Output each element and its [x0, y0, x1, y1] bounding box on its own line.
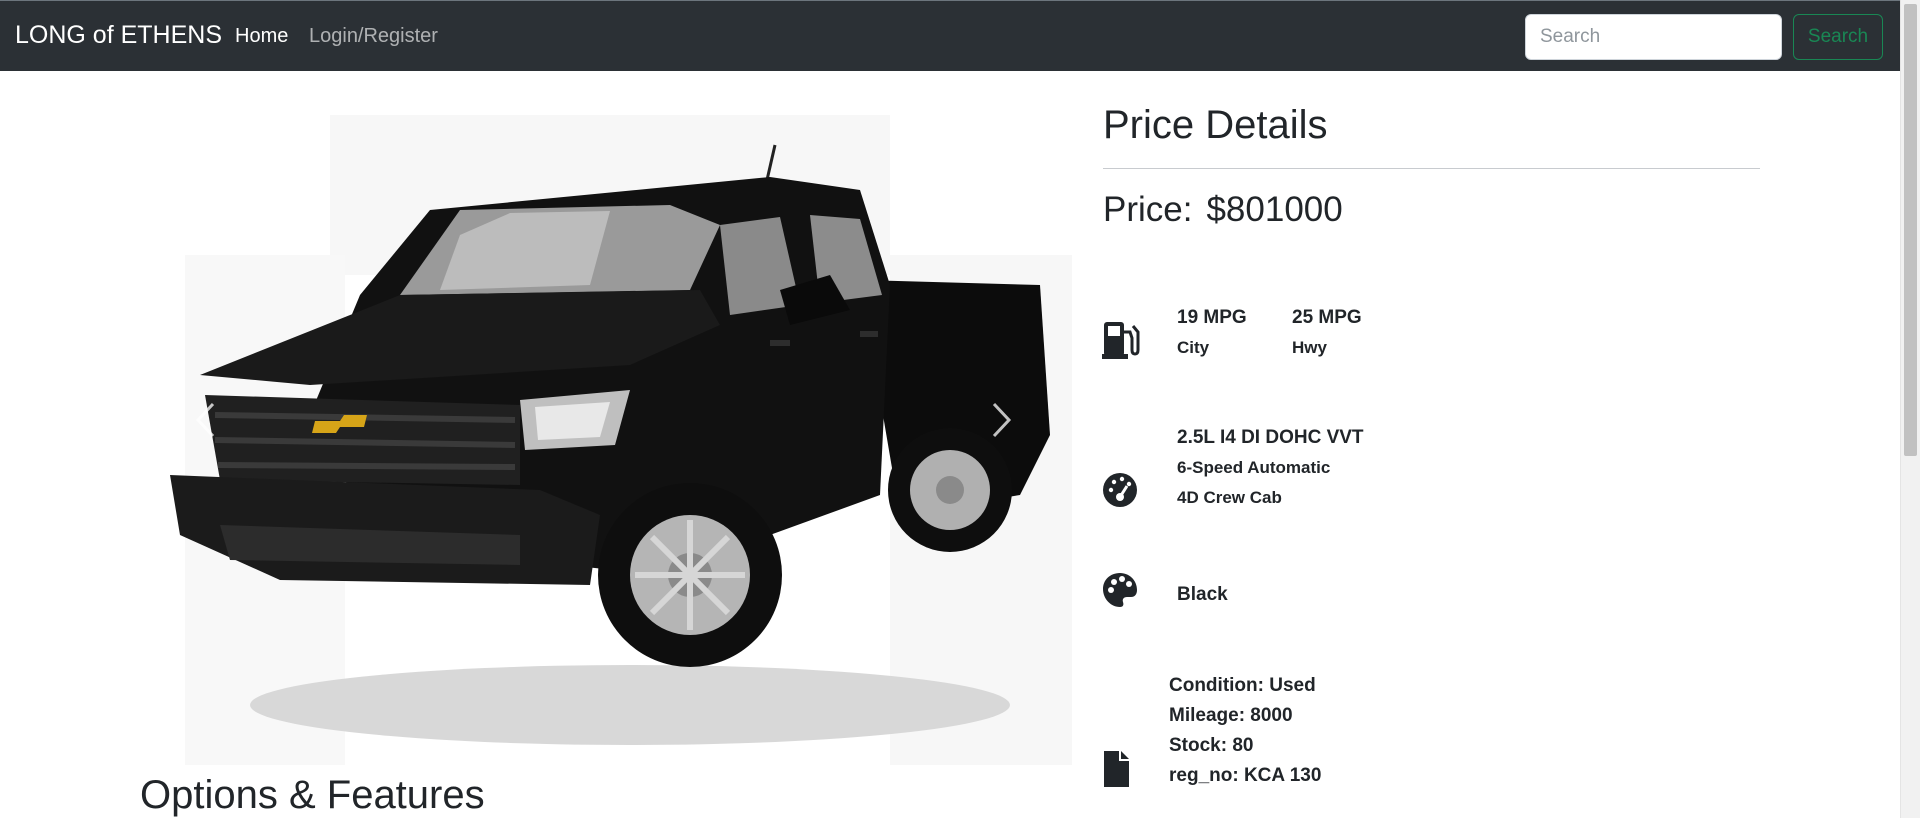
price-label: Price: — [1103, 190, 1193, 229]
scrollbar-thumb[interactable] — [1904, 4, 1917, 456]
stock-spec: Stock: 80 — [1169, 735, 1254, 756]
mpg-hwy-value: 25 MPG — [1292, 307, 1362, 328]
chevron-right-icon — [992, 402, 1012, 438]
price-value: $801000 — [1206, 190, 1343, 229]
search-input[interactable] — [1525, 14, 1782, 60]
condition-spec: Condition: Used — [1169, 675, 1316, 696]
palette-icon — [1103, 573, 1137, 607]
mpg-hwy-label: Hwy — [1292, 338, 1327, 357]
engine-spec: 2.5L I4 DI DOHC VVT — [1177, 427, 1364, 448]
navbar: LONG of ETHENS Home Login/Register Searc… — [0, 0, 1900, 71]
color-value: Black — [1177, 584, 1228, 605]
transmission-spec: 6-Speed Automatic — [1177, 458, 1331, 477]
brand-link[interactable]: LONG of ETHENS — [15, 21, 222, 50]
carousel-next-button[interactable] — [982, 388, 1022, 452]
gas-pump-icon — [1102, 322, 1140, 359]
options-features-title: Options & Features — [140, 773, 485, 817]
car-image — [160, 115, 1072, 770]
divider — [1103, 168, 1760, 169]
reg-no-spec: reg_no: KCA 130 — [1169, 765, 1322, 786]
nav-link-home[interactable]: Home — [235, 25, 288, 48]
search-button[interactable]: Search — [1793, 14, 1883, 60]
file-icon — [1104, 751, 1129, 787]
car-image-carousel — [160, 115, 1072, 770]
price-details-title: Price Details — [1103, 103, 1328, 147]
mpg-city-label: City — [1177, 338, 1210, 357]
page-scrollbar[interactable] — [1900, 0, 1920, 818]
price-line: Price: $801000 — [1103, 190, 1343, 230]
nav-link-login-register[interactable]: Login/Register — [309, 25, 438, 48]
carousel-prev-button[interactable] — [185, 388, 225, 452]
body-style-spec: 4D Crew Cab — [1177, 488, 1282, 507]
tachometer-icon — [1103, 473, 1137, 507]
mileage-spec: Mileage: 8000 — [1169, 705, 1293, 726]
mpg-city-value: 19 MPG — [1177, 307, 1247, 328]
chevron-left-icon — [195, 402, 215, 438]
